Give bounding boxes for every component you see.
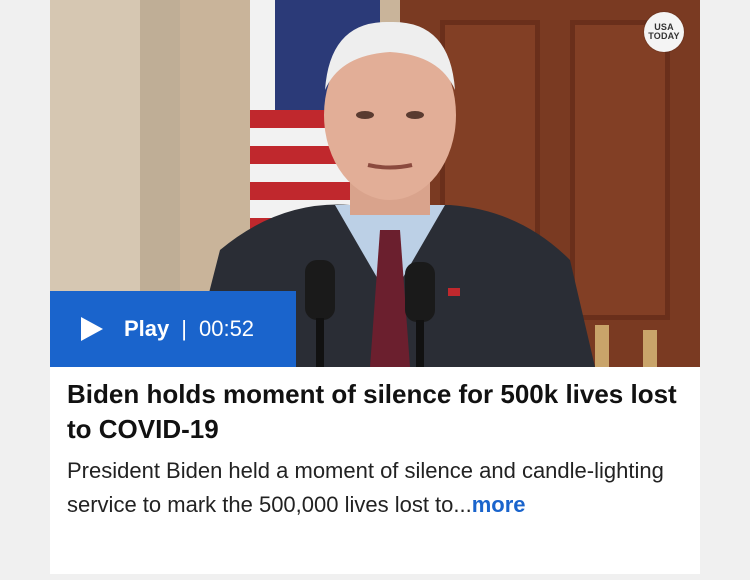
logo-line-2: TODAY (648, 31, 680, 41)
summary-text: President Biden held a moment of silence… (67, 458, 664, 517)
video-duration: 00:52 (198, 316, 255, 341)
play-label: Play (124, 316, 170, 341)
video-thumbnail[interactable]: USA TODAY Play | 00:52 (50, 0, 700, 367)
usa-today-logo: USA TODAY (644, 12, 684, 52)
play-icon (78, 316, 104, 342)
play-button[interactable]: Play | 00:52 (50, 291, 296, 367)
article-title[interactable]: Biden holds moment of silence for 500k l… (67, 377, 687, 447)
article-summary: President Biden held a moment of silence… (67, 454, 687, 522)
separator: | (181, 316, 187, 341)
video-card: USA TODAY Play | 00:52 Biden holds momen… (50, 0, 700, 574)
more-link[interactable]: more (472, 492, 526, 517)
